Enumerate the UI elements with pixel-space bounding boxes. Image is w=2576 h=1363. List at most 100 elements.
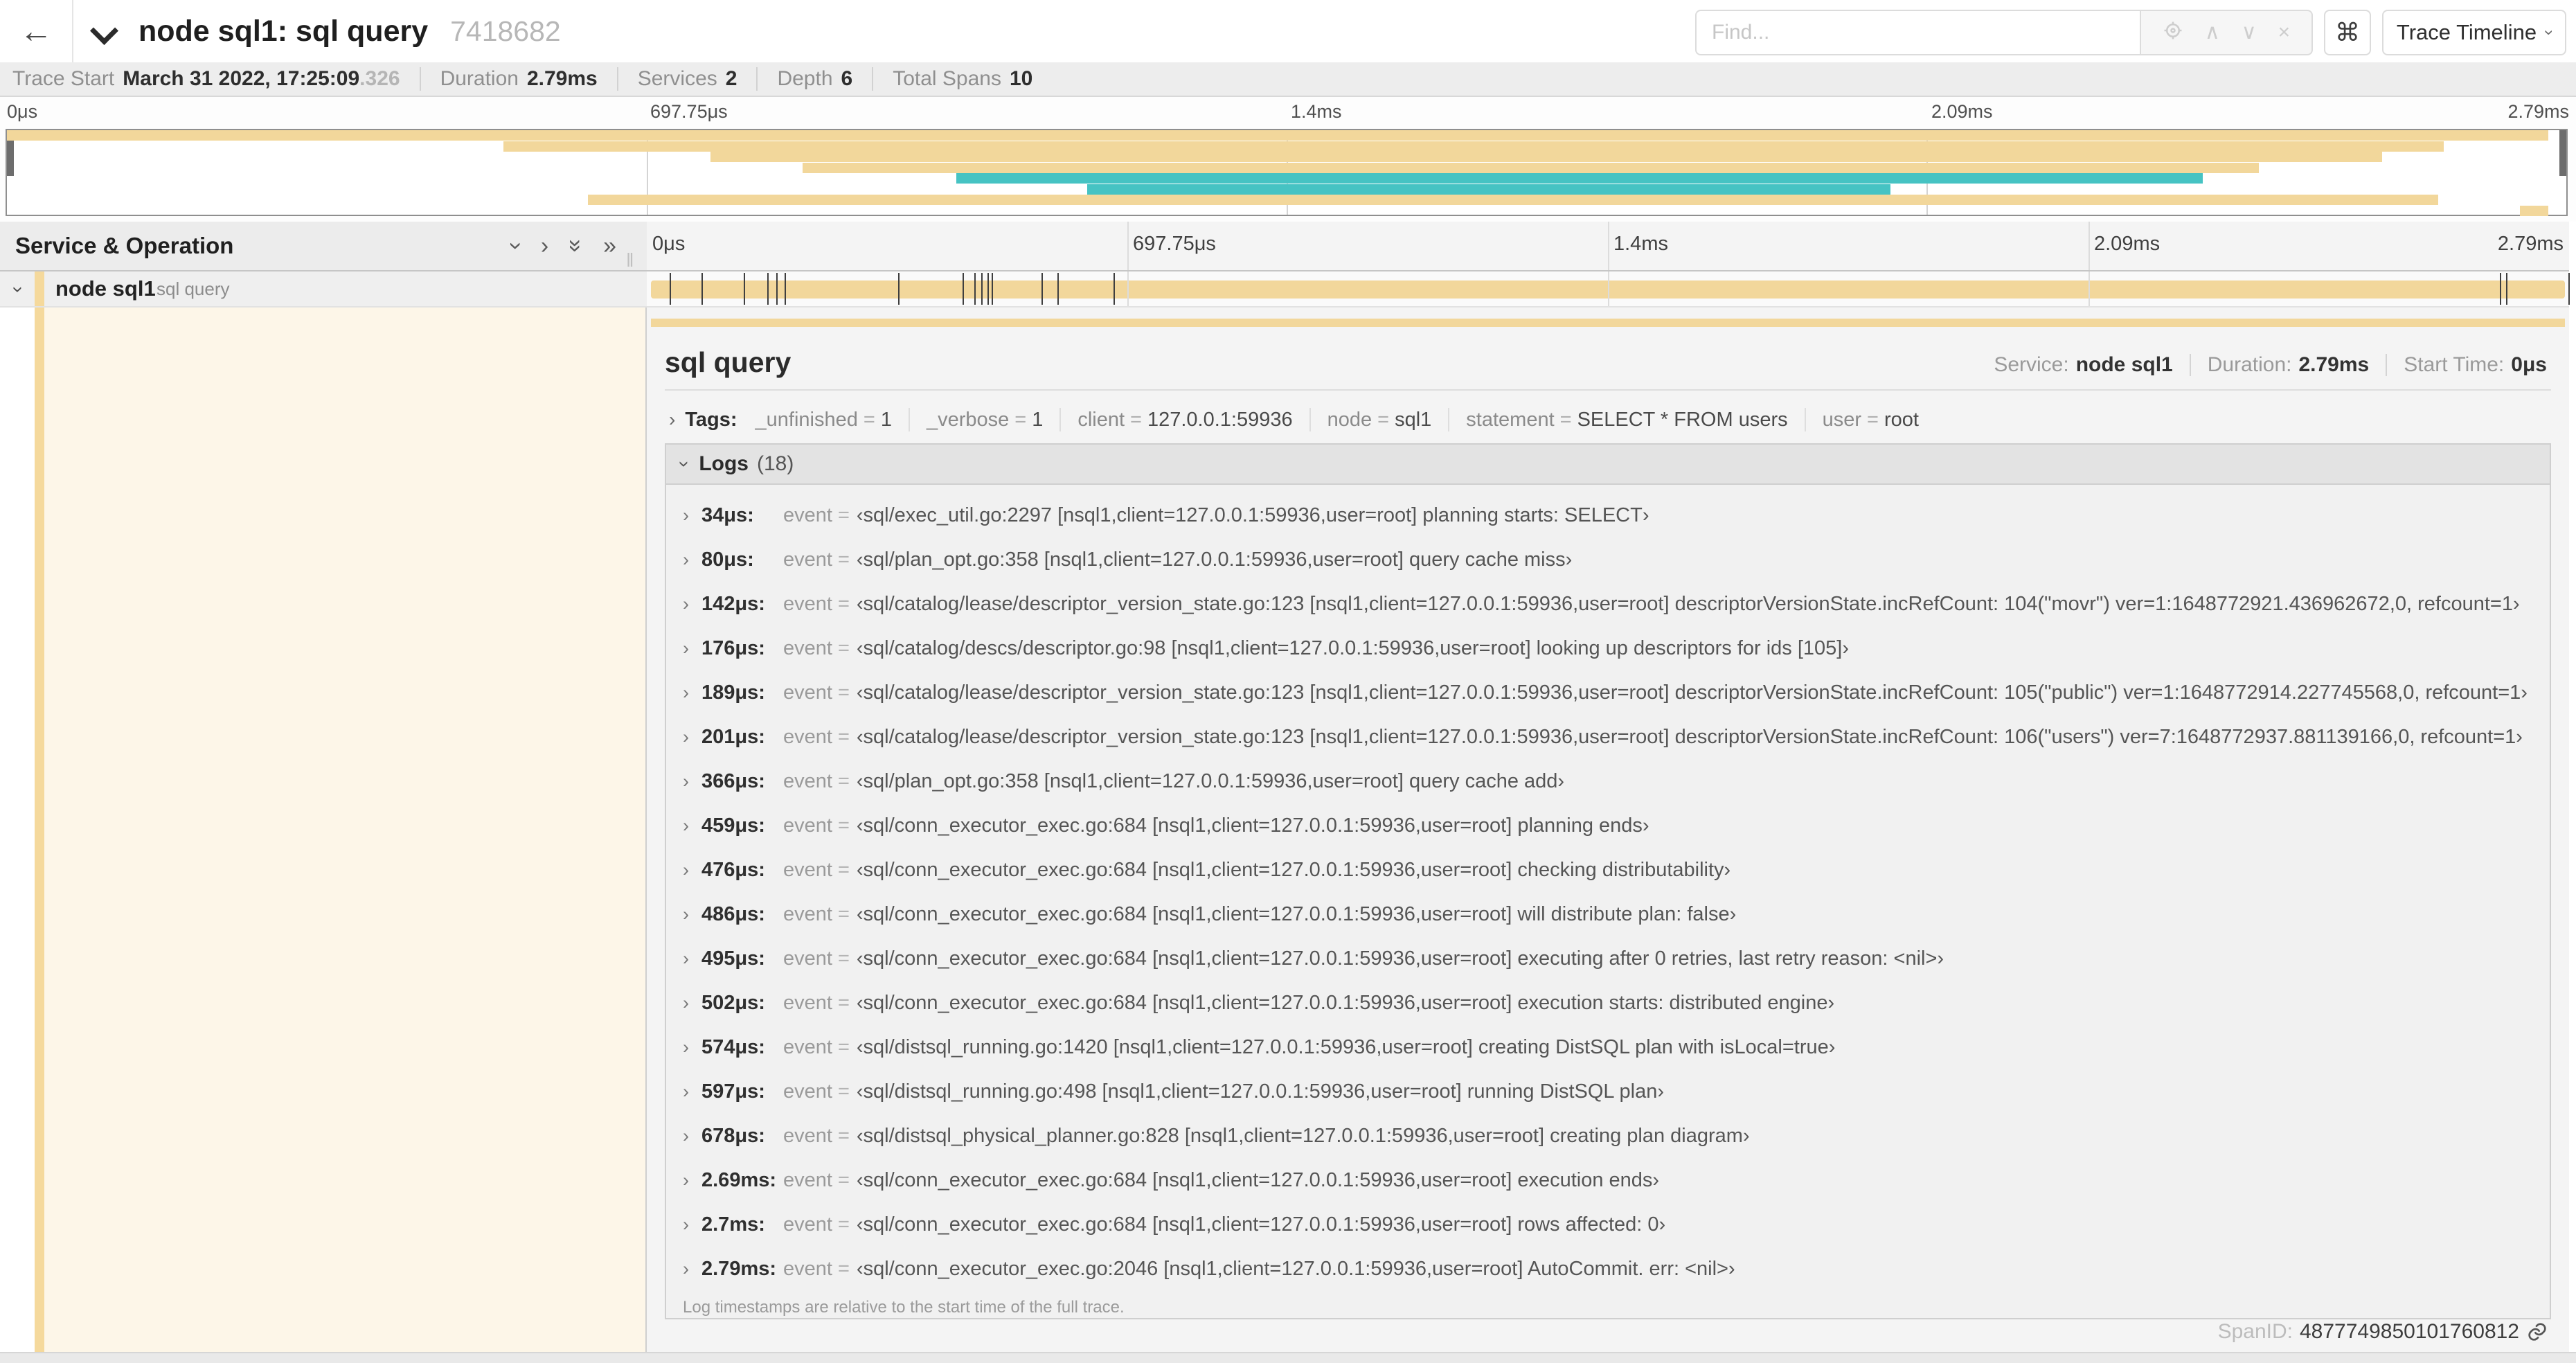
span-collapse-chevron-icon[interactable]: › [8, 286, 30, 292]
log-row[interactable]: › 142μs: event = ‹sql/catalog/lease/descript… [666, 582, 2550, 626]
expand-collapse-controls: › › » » [503, 222, 616, 270]
log-chevron-right-icon[interactable]: › [683, 992, 689, 1014]
log-chevron-right-icon[interactable]: › [683, 594, 689, 615]
clear-find-close-icon[interactable]: × [2278, 22, 2291, 43]
divider [908, 408, 910, 431]
bottom-scroll-strip[interactable] [0, 1352, 2576, 1363]
log-row[interactable]: › 366μs: event = ‹sql/plan_opt.go:358 [nsql1… [666, 759, 2550, 803]
column-resizer-grip[interactable]: ‖ [626, 249, 634, 271]
log-row[interactable]: › 2.79ms: event = ‹sql/conn_executor_exec.go… [666, 1247, 2550, 1291]
log-row[interactable]: › 495μs: event = ‹sql/conn_executor_exec.go:… [666, 936, 2550, 981]
log-row[interactable]: › 574μs: event = ‹sql/distsql_running.go:142… [666, 1025, 2550, 1069]
log-chevron-right-icon[interactable]: › [683, 727, 689, 748]
tag-key: client [1077, 408, 1125, 431]
log-event-value: ‹sql/conn_executor_exec.go:684 [nsql1,cl… [856, 902, 1737, 925]
minimap-tick-label: 0μs [7, 101, 38, 122]
log-row[interactable]: › 502μs: event = ‹sql/conn_executor_exec.go:… [666, 981, 2550, 1025]
next-match-chevron-down-icon[interactable]: ∨ [2242, 22, 2257, 43]
log-chevron-right-icon[interactable]: › [683, 859, 689, 881]
divider [1448, 408, 1450, 431]
log-row[interactable]: › 80μs: event = ‹sql/plan_opt.go:358 [nsql1,… [666, 537, 2550, 582]
ruler-tick-label: 2.09ms [2094, 233, 2161, 255]
collapse-one-chevron-right-icon[interactable]: › [541, 234, 548, 258]
crosshair-icon[interactable] [2163, 20, 2183, 45]
log-equals: = [837, 1168, 850, 1191]
tag-item: _verbose = 1 [927, 409, 1043, 431]
minimap-viewport[interactable] [6, 129, 2568, 216]
track-gridline [2088, 271, 2090, 306]
back-button[interactable]: ← [0, 0, 73, 62]
trace-id: 7418682 [450, 15, 561, 47]
copy-link-icon[interactable] [2526, 1321, 2548, 1343]
log-chevron-right-icon[interactable]: › [683, 1037, 689, 1058]
log-event-key: event [783, 947, 832, 970]
logs-chevron-down-icon: › [674, 461, 696, 467]
span-bar-track[interactable] [647, 271, 2570, 308]
span-row-label[interactable]: › node sql1 sql query [0, 271, 647, 308]
expand-one-double-chevron-right-icon[interactable]: » [603, 234, 616, 258]
log-chevron-right-icon[interactable]: › [683, 682, 689, 704]
log-row[interactable]: › 486μs: event = ‹sql/conn_executor_exec.go:… [666, 892, 2550, 936]
trace-title-chevron[interactable] [89, 16, 119, 46]
log-chevron-right-icon[interactable]: › [683, 904, 689, 925]
tags-row[interactable]: › Tags: _unfinished = 1 _verbose = 1 client = 12… [665, 404, 2551, 435]
log-chevron-right-icon[interactable]: › [683, 549, 689, 571]
ruler-tick-label: 0μs [652, 233, 686, 255]
log-chevron-right-icon[interactable]: › [683, 1214, 689, 1236]
prev-match-chevron-up-icon[interactable]: ∧ [2205, 22, 2220, 43]
logs-header[interactable]: › Logs (18) [666, 445, 2550, 485]
log-event-tick [992, 273, 994, 305]
divider [616, 67, 618, 91]
log-event-value: ‹sql/conn_executor_exec.go:684 [nsql1,cl… [856, 1213, 1666, 1236]
log-chevron-right-icon[interactable]: › [683, 1125, 689, 1147]
tag-key: _unfinished [755, 408, 858, 431]
log-equals: = [837, 769, 850, 792]
minimap-span-bar [710, 152, 2382, 162]
log-row[interactable]: › 678μs: event = ‹sql/distsql_physical_plann… [666, 1114, 2550, 1158]
log-chevron-right-icon[interactable]: › [683, 505, 689, 526]
tag-value: 1 [1032, 408, 1044, 431]
span-detail-duration-bar [651, 319, 2565, 327]
chevron-down-icon [89, 16, 119, 46]
log-timestamp: 597μs: [701, 1080, 765, 1103]
minimap-span-bar [803, 162, 2260, 173]
ruler-gridline [2088, 222, 2090, 270]
log-row[interactable]: › 597μs: event = ‹sql/distsql_running.go:498… [666, 1069, 2550, 1114]
span-service-name: node sql1 [55, 276, 156, 301]
log-equals: = [837, 681, 850, 704]
log-timestamp: 495μs: [701, 947, 765, 970]
expand-all-double-chevron-down-icon[interactable]: » [563, 240, 589, 253]
collapse-all-chevron-down-icon[interactable]: › [503, 242, 529, 249]
log-chevron-right-icon[interactable]: › [683, 1258, 689, 1280]
log-chevron-right-icon[interactable]: › [683, 948, 689, 970]
log-event-value: ‹sql/plan_opt.go:358 [nsql1,client=127.0… [856, 769, 1565, 792]
log-row[interactable]: › 34μs: event = ‹sql/exec_util.go:2297 [nsql… [666, 493, 2550, 537]
find-box[interactable] [1695, 10, 2141, 55]
log-chevron-right-icon[interactable]: › [683, 815, 689, 837]
log-row[interactable]: › 201μs: event = ‹sql/catalog/lease/descript… [666, 715, 2550, 759]
find-input[interactable] [1697, 21, 2141, 44]
tag-equals: = [1130, 408, 1142, 431]
log-row[interactable]: › 476μs: event = ‹sql/conn_executor_exec.go:… [666, 848, 2550, 892]
log-event-value: ‹sql/conn_executor_exec.go:684 [nsql1,cl… [856, 991, 1835, 1014]
log-row[interactable]: › 176μs: event = ‹sql/catalog/descs/descript… [666, 626, 2550, 670]
log-row[interactable]: › 459μs: event = ‹sql/conn_executor_exec.go:… [666, 803, 2550, 848]
minimap-right-drag-handle[interactable] [2559, 130, 2566, 176]
tag-equals: = [1867, 408, 1879, 431]
keyboard-shortcuts-button[interactable]: ⌘ [2324, 10, 2371, 55]
log-equals: = [837, 504, 850, 526]
log-event-value: ‹sql/conn_executor_exec.go:684 [nsql1,cl… [856, 947, 1944, 970]
log-chevron-right-icon[interactable]: › [683, 1081, 689, 1103]
log-event-tick [981, 273, 983, 305]
minimap-span-bar [587, 195, 2439, 205]
log-row[interactable]: › 2.7ms: event = ‹sql/conn_executor_exec.go:… [666, 1202, 2550, 1247]
tag-item: statement = SELECT * FROM users [1466, 409, 1787, 431]
log-chevron-right-icon[interactable]: › [683, 1170, 689, 1191]
log-row[interactable]: › 2.69ms: event = ‹sql/conn_executor_exec.go… [666, 1158, 2550, 1202]
log-timestamp: 201μs: [701, 725, 765, 748]
log-row[interactable]: › 189μs: event = ‹sql/catalog/lease/descript… [666, 670, 2550, 715]
trace-view-dropdown[interactable]: Trace Timeline › [2382, 10, 2566, 55]
log-chevron-right-icon[interactable]: › [683, 771, 689, 792]
log-equals: = [837, 1257, 850, 1280]
log-chevron-right-icon[interactable]: › [683, 638, 689, 659]
